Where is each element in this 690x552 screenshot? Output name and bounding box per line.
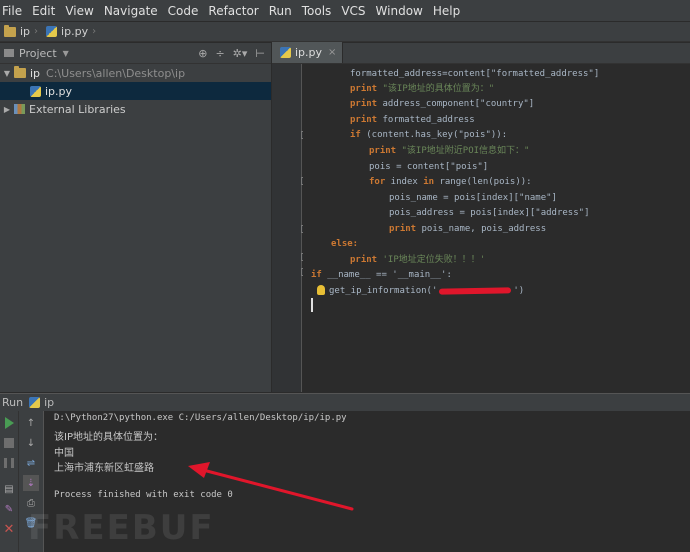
annotation-arrow <box>188 462 354 511</box>
watermark: FREEBUF <box>28 508 215 548</box>
